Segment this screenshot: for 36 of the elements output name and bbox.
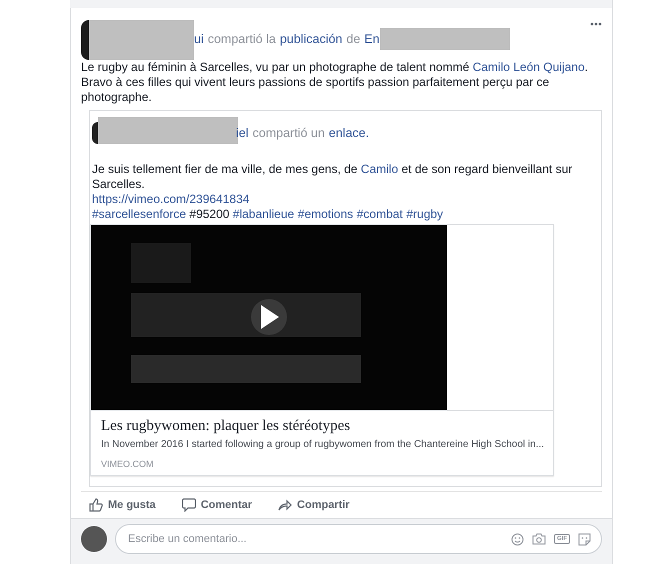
text-link[interactable]: Camilo (360, 162, 398, 176)
like-button[interactable]: Me gusta (89, 498, 156, 512)
post-text: Je suis tellement fier de ma ville, de mes gens, de Camilo et de son regard bienveillant sur Sarcelles. (92, 162, 574, 192)
post-text: Le rugby au féminin à Sarcelles, vu par un photographe de talent nommé Camilo León Quijano. Bravo à ces filles qui vivent leurs passions de sportifs passion parfaitement perçu par ce photographe. (80, 60, 589, 106)
sticker-icon[interactable] (578, 532, 591, 546)
comment-button[interactable]: Comentar (182, 498, 252, 512)
text-link[interactable]: #combat (356, 207, 403, 221)
text-link[interactable]: #emotions (298, 207, 354, 221)
emoji-icon[interactable] (511, 532, 524, 546)
text-link[interactable]: #labanlieue (232, 207, 294, 221)
link-description: In November 2016 I started following a group of rugbywomen from the Chantereine High School in... (100, 438, 546, 451)
action-link[interactable]: publicación (280, 32, 342, 46)
action-link[interactable]: En (364, 32, 380, 46)
text-link[interactable]: https://vimeo.com/239641834 (92, 192, 250, 206)
camera-icon[interactable] (532, 533, 546, 545)
action-text: compartió la (208, 32, 276, 46)
avatar[interactable] (92, 122, 98, 144)
post-text: #sarcellesenforce #95200 #labanlieue #emotions #combat #rugby (92, 207, 444, 222)
thumbs-up-icon (89, 498, 103, 512)
avatar (81, 526, 107, 552)
action-text: compartió un (252, 126, 325, 140)
author-name[interactable]: iel (236, 126, 249, 140)
avatar[interactable] (81, 20, 89, 60)
text-link[interactable]: #sarcellesenforce (92, 207, 186, 221)
action-link[interactable]: enlace. (328, 126, 370, 140)
share-arrow-icon (278, 498, 292, 512)
share-button[interactable]: Compartir (278, 498, 350, 512)
text-link[interactable]: Camilo León Quijano (472, 60, 585, 74)
link-title[interactable]: Les rugbywomen: plaquer les stéréotypes (91, 411, 553, 435)
link-domain: VIMEO.COM (100, 458, 155, 471)
action-text: de (346, 32, 360, 46)
speech-bubble-icon (182, 498, 196, 512)
text-link[interactable]: #rugby (406, 207, 444, 221)
more-icon[interactable] (590, 22, 602, 26)
link-preview[interactable]: Les rugbywomen: plaquer les stéréotypes In November 2016 I started following a group of rugbywomen from the Chantereine High School in... VIMEO.COM (90, 224, 554, 476)
author-name[interactable]: ui (194, 32, 204, 46)
